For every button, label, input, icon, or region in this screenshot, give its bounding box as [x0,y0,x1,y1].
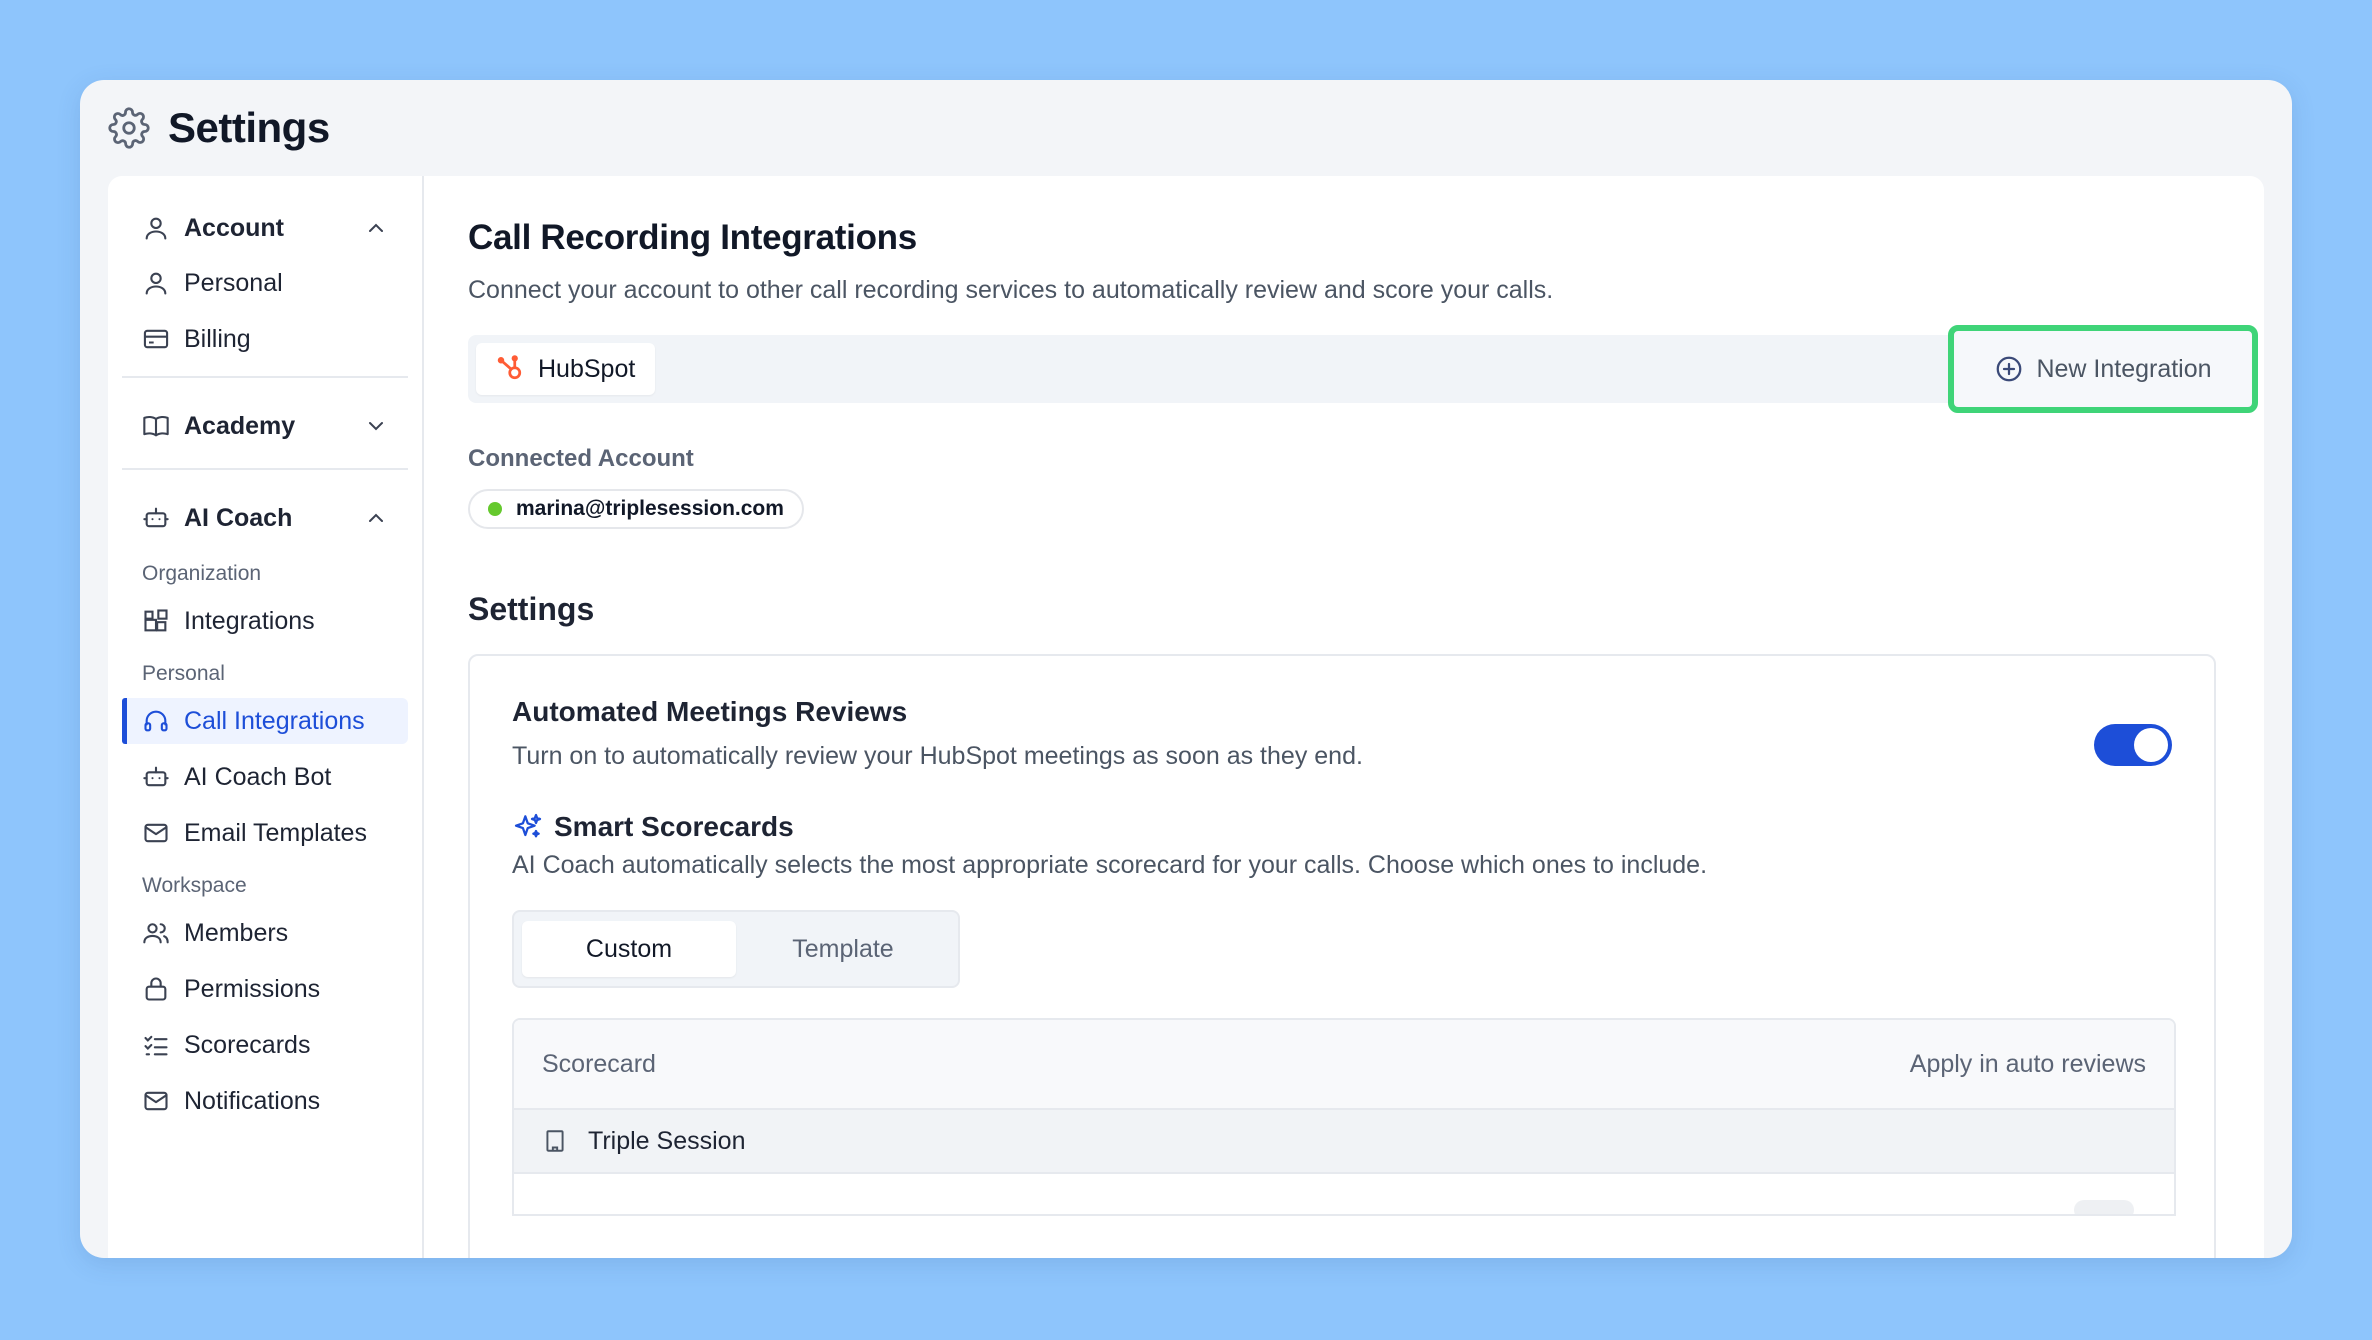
user-icon [145,217,167,240]
sidebar-divider [122,376,408,378]
sidebar-group-personal: Personal [142,662,225,685]
settings-card: Automated Meetings Reviews Turn on to au… [468,654,2216,1258]
table-row[interactable]: Triple Session [514,1110,2174,1174]
toggle-knob [2134,728,2168,762]
table-header: Scorecard Apply in auto reviews [514,1020,2174,1110]
sidebar-item-integrations[interactable]: Integrations [122,598,408,644]
row-toggle[interactable] [2074,1200,2134,1214]
segment-template[interactable]: Template [736,921,950,977]
section-subtitle: Connect your account to other call recor… [468,276,1554,304]
credit-card-icon [143,329,169,349]
auto-reviews-desc: Turn on to automatically review your Hub… [512,742,1363,770]
mail-icon [144,823,168,843]
segment-custom[interactable]: Custom [522,921,736,977]
headphones-icon [144,710,168,732]
bot-icon [143,507,169,528]
plus-circle-icon [1997,356,2022,382]
sidebar-section-ai-coach[interactable]: AI Coach [122,490,408,546]
connected-account-label: Connected Account [468,445,694,472]
sidebar-item-billing[interactable]: Billing [122,316,408,362]
sidebar: Account Personal Billing Academy AI Coac… [108,176,424,1258]
sidebar-section-account[interactable]: Account [122,200,408,256]
building-icon [546,1130,564,1152]
sidebar-item-label: Scorecards [184,1030,311,1059]
sidebar-item-label: Email Templates [184,818,367,847]
sparkles-icon [514,813,542,838]
tab-hubspot[interactable]: HubSpot [476,343,656,395]
sidebar-section-academy[interactable]: Academy [122,398,408,454]
scorecard-table: Scorecard Apply in auto reviews Triple S… [512,1018,2176,1216]
users-icon [143,923,169,944]
sidebar-group-organization: Organization [142,562,262,585]
sidebar-item-label: Call Integrations [184,706,365,735]
bot-icon [143,766,169,787]
sidebar-item-label: Personal [184,268,283,297]
connected-email: marina@triplesession.com [516,497,784,520]
sidebar-item-label: Integrations [184,606,315,635]
sidebar-item-label: Notifications [184,1086,321,1115]
sidebar-item-ai-coach-bot[interactable]: AI Coach Bot [122,754,408,800]
chevron-down-icon[interactable] [364,414,388,438]
sidebar-group-workspace: Workspace [142,874,247,897]
integration-tabs: HubSpot New Integration [468,325,2258,413]
sidebar-divider [122,468,408,470]
col-apply: Apply in auto reviews [1909,1049,2146,1078]
user-icon [145,272,167,295]
smart-scorecards-desc: AI Coach automatically selects the most … [512,851,1708,879]
page-title: Settings [168,104,330,151]
scorecard-type-toggle: Custom Template [512,910,960,988]
sidebar-item-scorecards[interactable]: Scorecards [122,1022,408,1068]
row-label: Triple Session [588,1126,746,1155]
table-row [514,1174,2174,1214]
lock-icon [145,977,167,1001]
new-integration-button[interactable]: New Integration [1948,325,2258,413]
list-checks-icon [144,1035,168,1056]
auto-reviews-title: Automated Meetings Reviews [512,696,908,727]
sidebar-item-label: Members [184,918,289,947]
chevron-up-icon[interactable] [364,506,388,530]
sidebar-item-label: Billing [184,324,251,353]
window-header: Settings [80,80,2292,176]
sidebar-section-label: Academy [184,411,296,440]
sidebar-item-call-integrations[interactable]: Call Integrations [122,698,408,744]
tab-label: HubSpot [538,354,636,383]
mail-icon [144,1091,168,1111]
smart-scorecards-heading: Smart Scorecards [512,811,2172,843]
main-content: Call Recording Integrations Connect your… [426,176,2264,1258]
chevron-up-icon[interactable] [364,216,388,240]
sidebar-item-notifications[interactable]: Notifications [122,1078,408,1124]
settings-panel: Account Personal Billing Academy AI Coac… [108,176,2264,1258]
sidebar-item-label: Permissions [184,974,321,1003]
blocks-icon [144,609,168,632]
new-integration-label: New Integration [2036,354,2212,383]
col-scorecard: Scorecard [542,1049,656,1078]
connected-account-chip: marina@triplesession.com [468,489,804,529]
gear-icon [108,107,150,149]
smart-scorecards-title: Smart Scorecards [554,811,794,842]
hubspot-icon [497,355,522,380]
auto-reviews-toggle[interactable] [2094,724,2172,766]
settings-window: Settings Account Personal Billing Academ… [80,80,2292,1258]
sidebar-item-label: AI Coach Bot [184,762,332,791]
sidebar-section-label: AI Coach [184,503,293,532]
sidebar-item-personal[interactable]: Personal [122,260,408,306]
settings-heading: Settings [468,591,595,627]
sidebar-item-permissions[interactable]: Permissions [122,966,408,1012]
sidebar-item-email-templates[interactable]: Email Templates [122,810,408,856]
book-open-icon [143,416,169,437]
status-dot [488,502,502,516]
sidebar-section-label: Account [184,213,284,242]
sidebar-item-members[interactable]: Members [122,910,408,956]
section-title: Call Recording Integrations [468,218,917,257]
